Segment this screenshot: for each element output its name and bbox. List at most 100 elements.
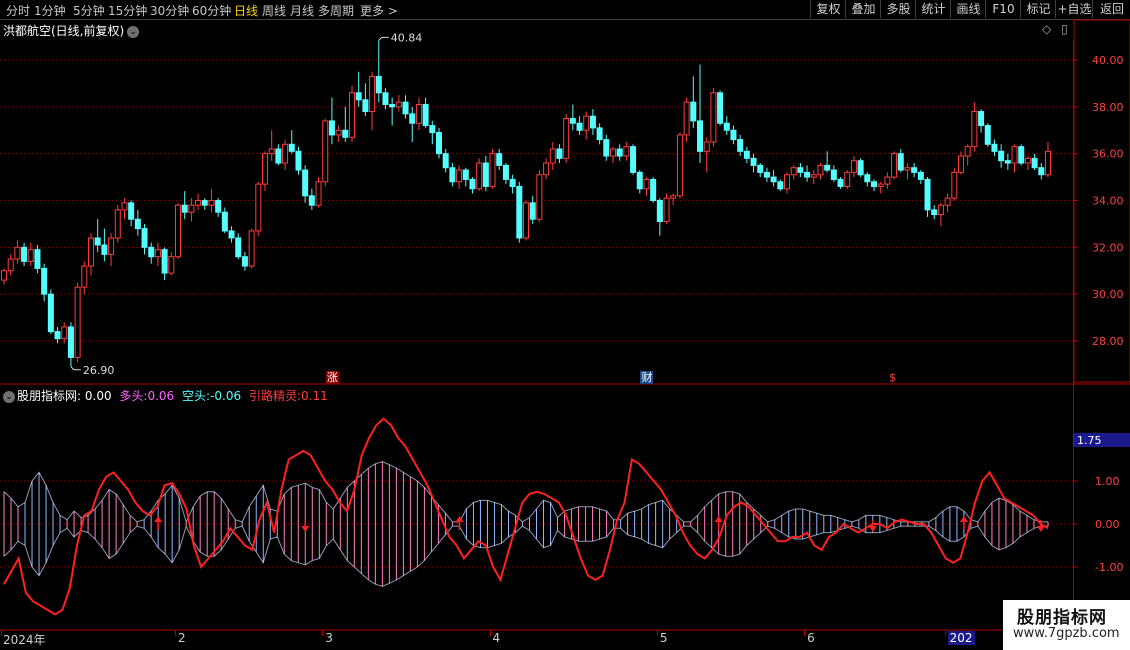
candle-down: [636, 171, 643, 190]
event-marker-0[interactable]: 涨: [325, 371, 339, 384]
candle-down: [308, 195, 315, 206]
candle-down: [429, 125, 436, 134]
candle-down: [389, 103, 396, 108]
candle-up: [315, 181, 322, 206]
candle-down: [275, 148, 282, 164]
signal-arrow: [714, 516, 723, 522]
candle-down: [797, 167, 804, 173]
event-marker-2[interactable]: $: [888, 371, 897, 384]
indicator-header: ⌄ 股朋指标网: 0.00 多头:0.06 空头:-0.06 引路精灵:0.11: [3, 387, 328, 404]
candle-up: [810, 174, 817, 178]
date-tick: [322, 630, 324, 636]
candle-up: [74, 286, 81, 358]
candle-up: [188, 204, 195, 213]
candle-up: [175, 204, 181, 258]
candle-up: [1011, 146, 1018, 164]
candle-up: [536, 174, 543, 220]
candle-down: [864, 174, 871, 183]
candle-down: [295, 150, 302, 171]
yin-value: 0.11: [301, 389, 328, 403]
candle-up: [88, 237, 94, 267]
candle-down: [442, 153, 449, 169]
candle-down: [857, 160, 864, 176]
candle-down: [161, 249, 168, 274]
envelope-upper: [3, 461, 1048, 524]
candle-up: [415, 103, 422, 124]
candle-up: [282, 143, 289, 164]
candle-down: [502, 164, 509, 180]
candle-down: [496, 153, 503, 166]
candle-down: [228, 230, 235, 239]
candle-down: [509, 178, 516, 187]
event-marker-1[interactable]: 财: [640, 371, 654, 384]
candle-up: [262, 153, 268, 185]
candle-up: [951, 171, 958, 199]
candle-up: [489, 153, 496, 187]
candle-down: [743, 150, 750, 159]
candle-up: [877, 183, 884, 187]
candle-down: [516, 185, 523, 239]
candle-up: [456, 169, 463, 183]
candle-down: [1018, 146, 1025, 164]
candle-down: [235, 237, 242, 258]
price-axis-label: 28.00: [1092, 335, 1124, 348]
price-axis-label: 40.00: [1092, 54, 1124, 67]
candle-down: [201, 200, 208, 206]
date-tick: [1, 630, 2, 636]
candle-down: [436, 132, 442, 155]
price-axis-label: 38.00: [1092, 101, 1124, 114]
date-label-1: 2: [178, 631, 186, 645]
candle-down: [529, 202, 536, 220]
candle-down: [422, 103, 429, 127]
candle-down: [462, 169, 469, 180]
candle-up: [476, 162, 483, 190]
duo-value: 0.06: [147, 389, 175, 403]
candle-down: [589, 115, 596, 129]
candle-down: [596, 127, 603, 141]
candle-down: [482, 162, 489, 187]
candle-up: [670, 195, 677, 199]
signal-arrow: [154, 516, 163, 522]
candle-up: [208, 200, 215, 206]
candle-down: [288, 143, 295, 152]
candle-down: [34, 249, 41, 269]
candle-down: [978, 111, 985, 127]
date-label-2: 3: [325, 631, 333, 645]
candle-up: [268, 148, 275, 155]
low-price-label: 26.90: [83, 364, 115, 377]
candle-down: [757, 164, 764, 173]
date-tick: [489, 630, 491, 636]
candle-up: [850, 160, 857, 173]
candle-down: [717, 92, 724, 124]
candle-up: [971, 111, 978, 148]
candle-down: [576, 122, 583, 131]
candle-up: [844, 171, 851, 187]
date-label-3: 4: [492, 631, 501, 645]
candle-down: [342, 129, 349, 138]
candle-up: [958, 155, 964, 173]
candle-up: [610, 148, 616, 157]
candle-down: [302, 169, 309, 197]
candle-down: [382, 92, 389, 105]
candle-down: [469, 178, 476, 190]
candle-down: [630, 146, 637, 173]
candle-down: [221, 211, 228, 232]
signal-arrow: [959, 516, 968, 522]
candle-down: [763, 171, 770, 178]
candle-down: [409, 113, 416, 124]
candle-up: [7, 258, 14, 272]
kline-chart[interactable]: 40.0038.0036.0034.0032.0030.0028.0040.84…: [0, 0, 1130, 650]
date-tick: [944, 630, 946, 636]
candle-up: [255, 183, 262, 232]
candle-up: [395, 101, 402, 108]
candle-up: [14, 246, 21, 260]
candle-down: [917, 171, 924, 180]
date-label-0: 2024年: [3, 633, 46, 647]
candle-up: [1024, 157, 1031, 164]
chevron-down-icon[interactable]: ⌄: [3, 390, 15, 403]
candle-down: [871, 181, 877, 187]
candle-up: [523, 202, 529, 239]
candle-down: [128, 202, 135, 220]
candle-down: [991, 143, 998, 152]
candle-down: [737, 139, 744, 152]
